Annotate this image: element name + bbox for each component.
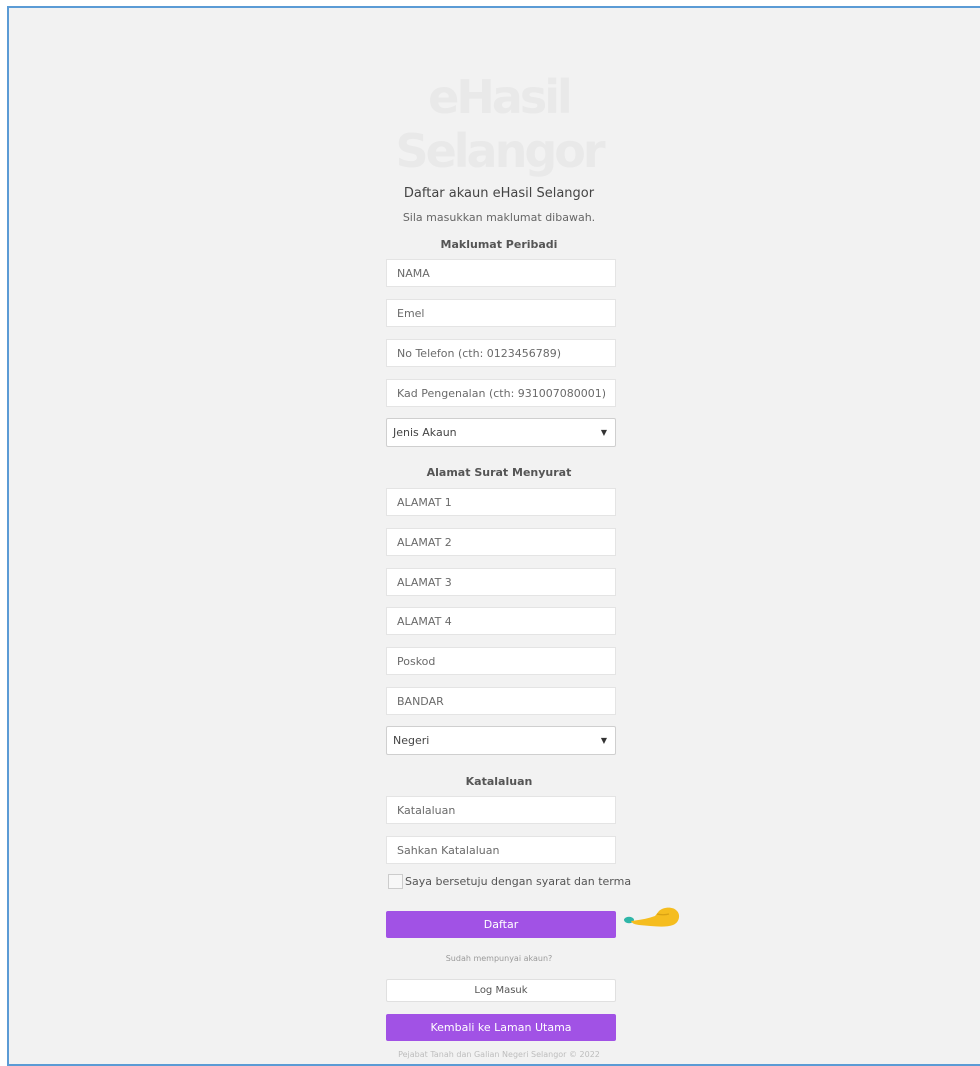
- section-heading-personal: Maklumat Peribadi: [440, 238, 558, 251]
- chevron-down-icon: ▼: [600, 736, 607, 745]
- nama-input[interactable]: [386, 259, 616, 287]
- sahkan-katalaluan-input[interactable]: [386, 836, 616, 864]
- app-frame: eHasil Selangor Daftar akaun eHasil Sela…: [7, 6, 980, 1066]
- agree-label: Saya bersetuju dengan syarat dan terma: [405, 875, 632, 888]
- alamat1-input[interactable]: [386, 488, 616, 516]
- agree-checkbox[interactable]: [388, 874, 403, 889]
- emel-input[interactable]: [386, 299, 616, 327]
- poskod-input[interactable]: [386, 647, 616, 675]
- already-have-account-text: Sudah mempunyai akaun?: [445, 954, 553, 963]
- kad-pengenalan-input[interactable]: [386, 379, 616, 407]
- logo-line-2: Selangor: [395, 124, 605, 178]
- negeri-select[interactable]: Negeri ▼: [386, 726, 616, 755]
- hand-pointer-icon: [624, 907, 680, 927]
- kembali-laman-utama-button[interactable]: Kembali ke Laman Utama: [386, 1014, 616, 1041]
- section-heading-password: Katalaluan: [465, 775, 533, 788]
- logo-line-1: eHasil: [428, 70, 573, 124]
- bandar-input[interactable]: [386, 687, 616, 715]
- katalaluan-input[interactable]: [386, 796, 616, 824]
- page-subtitle: Sila masukkan maklumat dibawah.: [402, 211, 596, 224]
- negeri-select-value: Negeri: [393, 734, 430, 747]
- log-masuk-button[interactable]: Log Masuk: [386, 979, 616, 1002]
- alamat4-input[interactable]: [386, 607, 616, 635]
- jenis-akaun-select[interactable]: Jenis Akaun ▼: [386, 418, 616, 447]
- page-title: Daftar akaun eHasil Selangor: [403, 186, 595, 201]
- section-heading-address: Alamat Surat Menyurat: [426, 466, 572, 479]
- chevron-down-icon: ▼: [600, 428, 607, 437]
- jenis-akaun-select-value: Jenis Akaun: [393, 426, 457, 439]
- telefon-input[interactable]: [386, 339, 616, 367]
- alamat2-input[interactable]: [386, 528, 616, 556]
- footer-text: Pejabat Tanah dan Galian Negeri Selangor…: [398, 1050, 600, 1059]
- alamat3-input[interactable]: [386, 568, 616, 596]
- daftar-button[interactable]: Daftar: [386, 911, 616, 938]
- agree-terms[interactable]: Saya bersetuju dengan syarat dan terma: [388, 874, 631, 889]
